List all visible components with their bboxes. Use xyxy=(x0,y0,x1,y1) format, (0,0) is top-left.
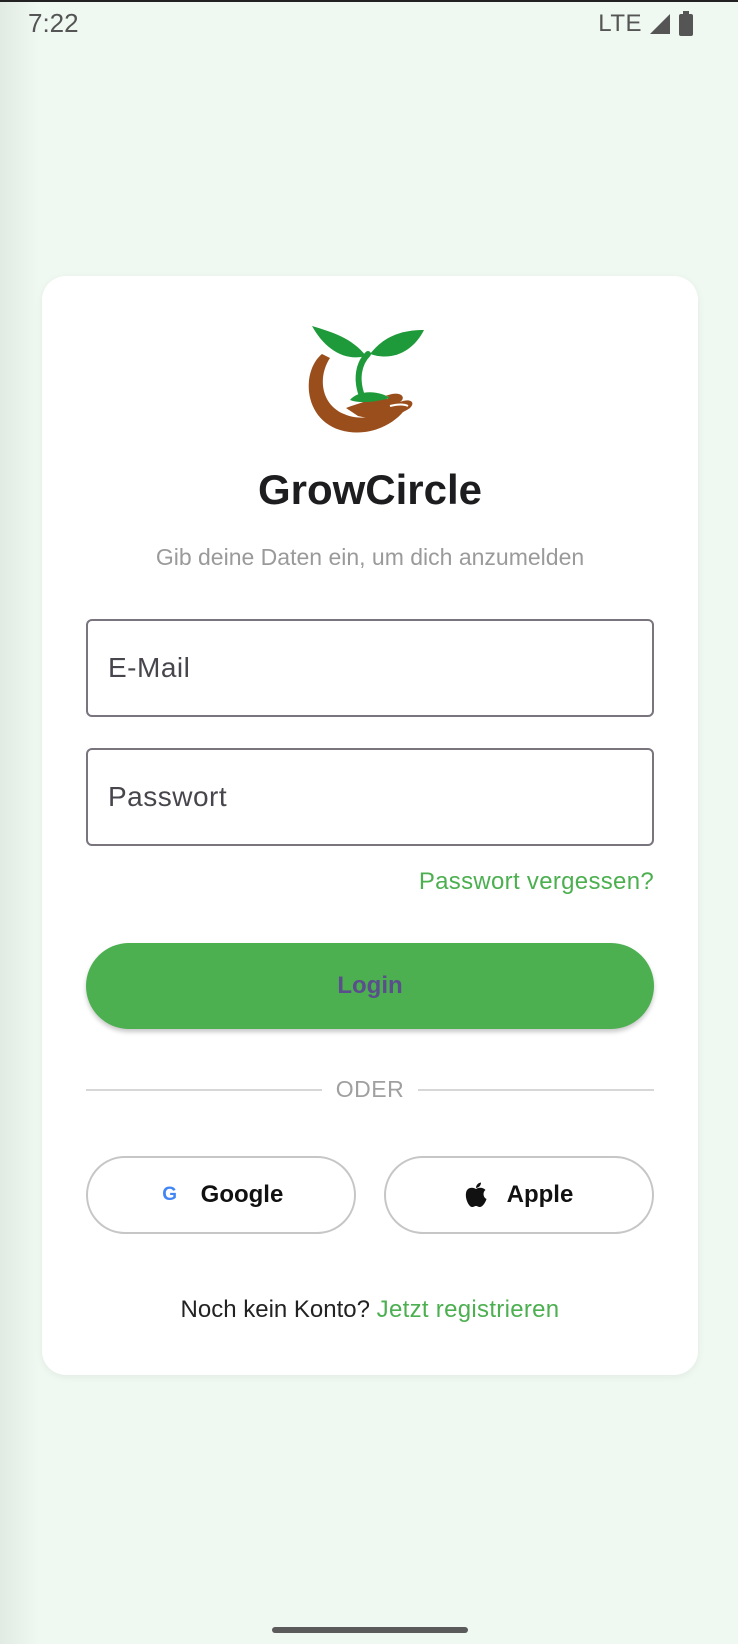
password-field[interactable] xyxy=(86,748,654,846)
forgot-password-link[interactable]: Passwort vergessen? xyxy=(419,868,654,896)
cell-signal-icon xyxy=(648,12,672,36)
network-type: LTE xyxy=(598,10,642,37)
app-title: GrowCircle xyxy=(257,466,483,513)
register-link[interactable]: Jetzt registrieren xyxy=(377,1296,560,1323)
google-icon: G xyxy=(162,1184,178,1205)
home-indicator[interactable] xyxy=(272,1627,468,1633)
sprout-in-hand-logo xyxy=(302,318,434,438)
login-card: GrowCircle Gib deine Daten ein, um dich … xyxy=(42,276,698,1375)
signup-prompt: Noch kein Konto? xyxy=(180,1296,377,1323)
email-input[interactable] xyxy=(88,621,652,715)
battery-icon xyxy=(678,11,694,37)
google-button-label: Google xyxy=(200,1181,284,1208)
divider-line-right xyxy=(418,1089,654,1091)
status-bar: 7:22 LTE xyxy=(0,0,738,46)
login-subtitle: Gib deine Daten ein, um dich anzumelden xyxy=(155,544,585,570)
apple-button-label: Apple xyxy=(506,1181,574,1208)
password-input[interactable] xyxy=(88,750,652,844)
google-login-button[interactable]: G Google xyxy=(86,1156,356,1234)
status-indicators: LTE xyxy=(598,10,694,38)
divider-line-left xyxy=(86,1089,322,1091)
email-field[interactable] xyxy=(86,619,654,717)
apple-icon xyxy=(465,1182,487,1208)
screen-edge-shade xyxy=(0,0,40,1644)
divider-text: ODER xyxy=(335,1076,405,1102)
apple-login-button[interactable]: Apple xyxy=(384,1156,654,1234)
status-time: 7:22 xyxy=(28,8,79,38)
signup-row: Noch kein Konto? Jetzt registrieren xyxy=(42,1296,698,1324)
login-button[interactable]: Login xyxy=(86,943,654,1029)
